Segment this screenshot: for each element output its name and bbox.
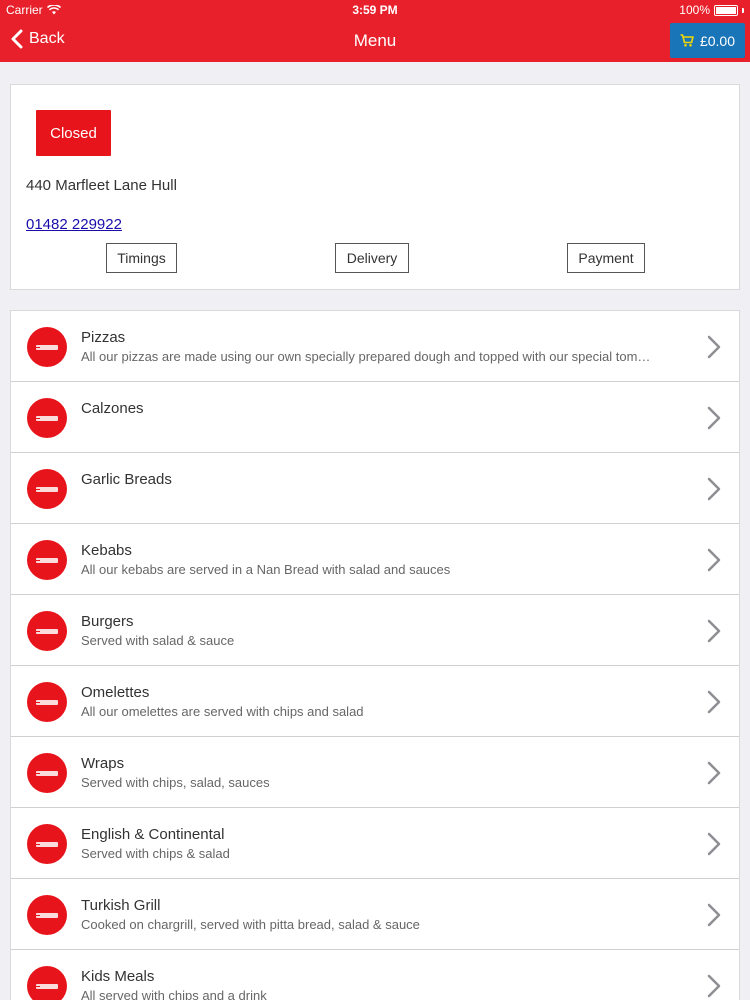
page-title: Menu [353, 31, 397, 50]
chevron-right-icon [707, 619, 721, 643]
category-name: English & Continental [81, 826, 225, 843]
battery-icon [714, 4, 738, 16]
restaurant-logo [27, 753, 67, 793]
logo-mark [36, 983, 58, 989]
category-item-kebabs[interactable]: Kebabs All our kebabs are served in a Na… [11, 524, 739, 595]
battery-percent: 100% [679, 3, 710, 17]
chevron-right-icon [707, 903, 721, 927]
delivery-button[interactable]: Delivery [335, 243, 409, 273]
cart-button[interactable]: £0.00 [670, 23, 745, 58]
restaurant-logo [27, 327, 67, 367]
logo-mark [36, 912, 58, 918]
restaurant-logo [27, 611, 67, 651]
category-name: Kids Meals [81, 968, 155, 985]
category-name: Kebabs [81, 542, 132, 559]
category-item-english-continental[interactable]: English & Continental Served with chips … [11, 808, 739, 879]
battery-tip [742, 7, 744, 13]
category-item-turkish-grill[interactable]: Turkish Grill Cooked on chargrill, serve… [11, 879, 739, 950]
logo-mark [36, 770, 58, 776]
category-name: Wraps [81, 755, 125, 772]
category-name: Turkish Grill [81, 897, 161, 914]
category-item-omelettes[interactable]: Omelettes All our omelettes are served w… [11, 666, 739, 737]
chevron-right-icon [707, 406, 721, 430]
logo-mark [36, 628, 58, 634]
timings-button[interactable]: Timings [106, 243, 177, 273]
category-item-wraps[interactable]: Wraps Served with chips, salad, sauces [11, 737, 739, 808]
category-name: Garlic Breads [81, 471, 172, 488]
category-description: Served with chips & salad [81, 846, 230, 861]
restaurant-logo [27, 966, 67, 1000]
cart-icon [680, 34, 694, 47]
chevron-right-icon [707, 832, 721, 856]
cart-total: £0.00 [699, 32, 736, 49]
chevron-right-icon [707, 761, 721, 785]
category-description: All served with chips and a drink [81, 988, 267, 1000]
category-name: Burgers [81, 613, 134, 630]
category-list: Pizzas All our pizzas are made using our… [10, 310, 740, 1000]
logo-mark [36, 415, 58, 421]
logo-mark [36, 841, 58, 847]
category-description: Served with salad & sauce [81, 633, 235, 648]
payment-button[interactable]: Payment [567, 243, 645, 273]
category-description: Served with chips, salad, sauces [81, 775, 270, 790]
restaurant-logo [27, 469, 67, 509]
chevron-right-icon [707, 335, 721, 359]
chevron-right-icon [707, 548, 721, 572]
category-item-pizzas[interactable]: Pizzas All our pizzas are made using our… [11, 311, 739, 382]
logo-mark [36, 344, 58, 350]
category-name: Pizzas [81, 329, 126, 346]
restaurant-logo [27, 824, 67, 864]
restaurant-logo [27, 540, 67, 580]
phone-link[interactable]: 01482 229922 [26, 216, 122, 233]
chevron-right-icon [707, 477, 721, 501]
category-item-kids-meals[interactable]: Kids Meals All served with chips and a d… [11, 950, 739, 1000]
restaurant-address: 440 Marfleet Lane Hull [26, 177, 177, 194]
category-name: Calzones [81, 400, 144, 417]
nav-bar: Back Menu £0.00 [0, 20, 750, 62]
category-description: All our omelettes are served with chips … [81, 704, 364, 719]
category-description: Cooked on chargrill, served with pitta b… [81, 917, 420, 932]
status-bar: Carrier 3:59 PM 100% [0, 0, 750, 20]
restaurant-logo [27, 398, 67, 438]
category-name: Omelettes [81, 684, 150, 701]
category-description: All our kebabs are served in a Nan Bread… [81, 562, 451, 577]
chevron-right-icon [707, 974, 721, 998]
category-item-garlic-breads[interactable]: Garlic Breads [11, 453, 739, 524]
restaurant-logo [27, 895, 67, 935]
chevron-right-icon [707, 690, 721, 714]
status-time: 3:59 PM [352, 3, 398, 17]
battery-group: 100% [679, 3, 744, 17]
category-item-burgers[interactable]: Burgers Served with salad & sauce [11, 595, 739, 666]
status-badge[interactable]: Closed [36, 110, 111, 156]
restaurant-info-card: Closed 440 Marfleet Lane Hull 01482 2299… [10, 84, 740, 290]
restaurant-logo [27, 682, 67, 722]
logo-mark [36, 486, 58, 492]
category-description: All our pizzas are made using our own sp… [81, 349, 651, 364]
category-item-calzones[interactable]: Calzones [11, 382, 739, 453]
logo-mark [36, 557, 58, 563]
logo-mark [36, 699, 58, 705]
